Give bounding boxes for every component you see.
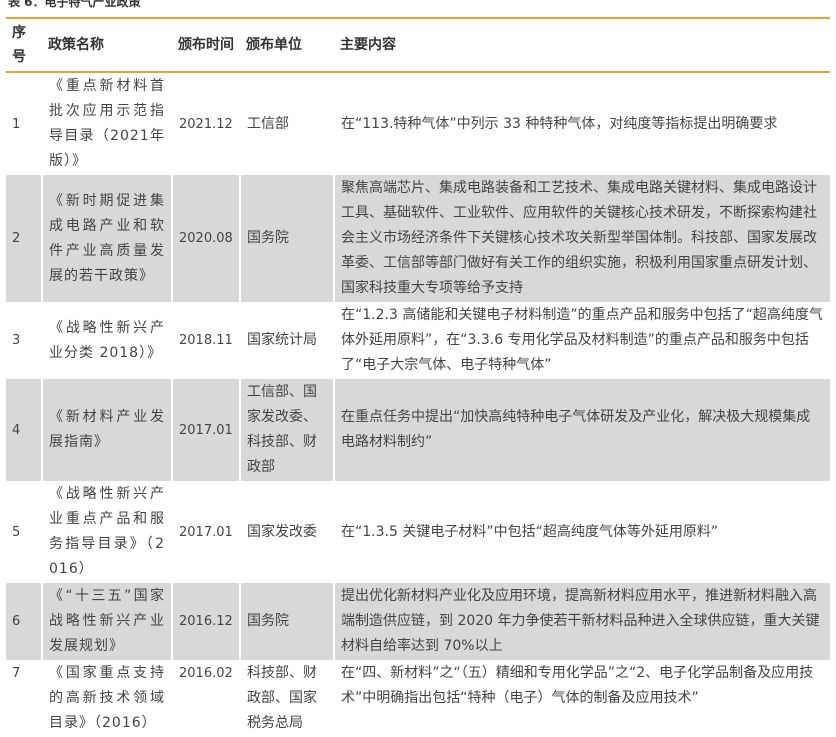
- policy-content: 在重点任务中提出“加快高纯特种电子气体研发及产业化，解决极大规模集成电路材料制约…: [334, 379, 830, 481]
- table-row: 3 《战略性新兴产业分类 2018）》 2018.11 国家统计局 在“1.2.…: [6, 302, 830, 379]
- policy-name: 《战略性新兴产业分类 2018）》: [42, 302, 173, 379]
- policy-content: 在“113.特种气体”中列示 33 种特种气体，对纯度等指标提出明确要求: [341, 115, 778, 132]
- policy-name: 《新材料产业发展指南》: [42, 379, 173, 481]
- policy-table: 序号 政策名称 颁布时间 颁布单位 主要内容 1 《重点新材料首批次应用示范指导…: [6, 17, 830, 737]
- policy-name: 《新时期促进集成电路产业和软件产业高质量发展的若干政策》: [42, 175, 173, 302]
- row-number: 4: [6, 379, 43, 481]
- row-number: 1: [6, 72, 43, 175]
- policy-name: 《国家重点支持的高新技术领域目录》（2016）: [42, 660, 173, 737]
- policy-name: 《战略性新兴产业重点产品和服务指导目录》（2016）: [42, 481, 173, 583]
- issuer: 科技部、财政部、国家税务总局: [240, 660, 335, 737]
- table-row: 7 《国家重点支持的高新技术领域目录》（2016） 2016.02 科技部、财政…: [6, 660, 830, 737]
- policy-content: 聚焦高端芯片、集成电路装备和工艺技术、集成电路关键材料、集成电路设计工具、基础软…: [334, 175, 830, 302]
- issue-date: 2017.01: [172, 481, 241, 583]
- policy-content: 在“1.2.3 高储能和关键电子材料制造”的重点产品和服务中包括了“超高纯度气体…: [341, 307, 823, 373]
- row-number: 3: [6, 302, 43, 379]
- issuer: 国务院: [240, 583, 335, 660]
- issue-date: 2016.02: [172, 660, 241, 737]
- issue-date: 2018.11: [172, 302, 241, 379]
- row-number: 5: [6, 481, 43, 583]
- policy-content: 提出优化新材料产业化及应用环境，提高新材料应用水平，推进新材料融入高端制造供应链…: [334, 583, 830, 660]
- row-number: 6: [6, 583, 43, 660]
- policy-content: 在“四、新材料”之“（五）精细和专用化学品”之“2、电子化学品制备及应用技术”中…: [341, 665, 814, 706]
- policy-name: 《重点新材料首批次应用示范指导目录（2021年版）》: [42, 72, 173, 175]
- issue-date: 2017.01: [172, 379, 241, 481]
- header-date: 颁布时间: [172, 17, 240, 73]
- table-row: 5 《战略性新兴产业重点产品和服务指导目录》（2016） 2017.01 国家发…: [6, 481, 830, 583]
- issuer: 国务院: [240, 175, 335, 302]
- table-row: 2 《新时期促进集成电路产业和软件产业高质量发展的若干政策》 2020.08 国…: [6, 175, 830, 302]
- table-row: 6 《“十三五”国家战略性新兴产业发展规划》 2016.12 国务院 提出优化新…: [6, 583, 830, 660]
- table-row: 4 《新材料产业发展指南》 2017.01 工信部、国家发改委、科技部、财政部 …: [6, 379, 830, 481]
- table-caption: 表 6：电子特气产业政策: [8, 0, 141, 9]
- issuer: 国家统计局: [240, 302, 335, 379]
- issuer: 工信部、国家发改委、科技部、财政部: [240, 379, 335, 481]
- header-content: 主要内容: [334, 17, 830, 73]
- issuer: 工信部: [240, 72, 335, 175]
- policy-name: 《“十三五”国家战略性新兴产业发展规划》: [42, 583, 173, 660]
- row-number: 7: [6, 660, 43, 737]
- issue-date: 2016.12: [172, 583, 241, 660]
- table-row: 1 《重点新材料首批次应用示范指导目录（2021年版）》 2021.12 工信部…: [6, 72, 830, 175]
- row-number: 2: [6, 175, 43, 302]
- header-num: 序号: [6, 17, 42, 73]
- issue-date: 2021.12: [172, 72, 241, 175]
- policy-content: 在“1.3.5 关键电子材料”中包括“超高纯度气体等外延用原料”: [341, 523, 719, 540]
- issue-date: 2020.08: [172, 175, 241, 302]
- table-header-row: 序号 政策名称 颁布时间 颁布单位 主要内容: [6, 17, 830, 73]
- header-name: 政策名称: [42, 17, 172, 73]
- header-issuer: 颁布单位: [240, 17, 334, 73]
- issuer: 国家发改委: [240, 481, 335, 583]
